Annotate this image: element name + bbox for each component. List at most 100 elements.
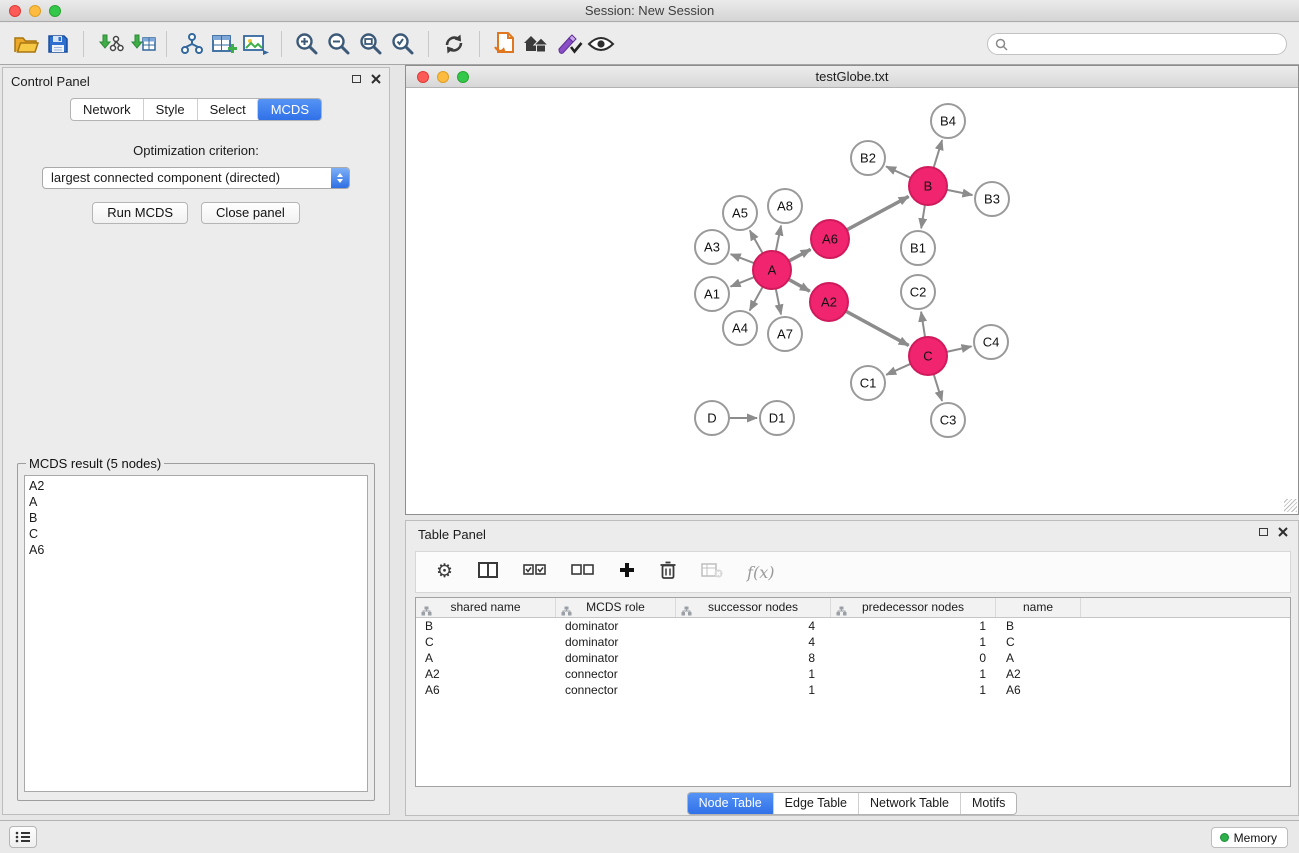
table-row[interactable]: A6connector11A6 [416,682,1290,698]
graph-node-C3[interactable]: C3 [931,403,965,437]
tab-edge-table[interactable]: Edge Table [773,793,858,814]
run-mcds-button[interactable]: Run MCDS [92,202,188,224]
graph-node-A8[interactable]: A8 [768,189,802,223]
graph-node-B3[interactable]: B3 [975,182,1009,216]
close-window-button[interactable] [9,5,21,17]
tab-network-table[interactable]: Network Table [858,793,960,814]
table-cell[interactable]: A2 [416,666,556,682]
home-view-button[interactable] [521,27,553,61]
mcds-result-item[interactable]: C [25,526,367,542]
network-close-button[interactable] [417,71,429,83]
graph-node-A4[interactable]: A4 [723,311,757,345]
close-panel-icon[interactable] [1278,527,1288,537]
add-column-button[interactable] [619,562,635,583]
function-builder-button[interactable]: f(x) [747,563,774,582]
delete-table-button[interactable] [701,562,723,583]
graph-edge[interactable] [921,312,925,337]
graph-edge[interactable] [846,311,909,345]
graphics-details-button[interactable] [585,27,617,61]
network-window-titlebar[interactable]: testGlobe.txt [406,66,1298,88]
close-panel-icon[interactable] [371,74,381,84]
table-cell[interactable]: 0 [831,650,996,666]
table-cell[interactable]: 4 [676,634,831,650]
table-settings-button[interactable]: ⚙ [436,562,453,582]
graph-node-C2[interactable]: C2 [901,275,935,309]
graph-edge[interactable] [847,196,909,229]
table-cell[interactable]: B [996,618,1081,634]
table-row[interactable]: A2connector11A2 [416,666,1290,682]
tab-style[interactable]: Style [143,99,197,120]
graph-edge[interactable] [776,289,781,315]
graph-node-D[interactable]: D [695,401,729,435]
graph-node-A2[interactable]: A2 [810,283,848,321]
refresh-layout-button[interactable] [438,27,470,61]
graph-node-C4[interactable]: C4 [974,325,1008,359]
zoom-fit-button[interactable] [355,27,387,61]
column-header-predecessor-nodes[interactable]: predecessor nodes [831,598,996,617]
window-resize-grip[interactable] [1284,499,1297,512]
document-export-button[interactable] [489,27,521,61]
graph-edge[interactable] [921,205,925,228]
select-all-button[interactable] [523,563,547,581]
network-graph[interactable]: B4B2BB3A5A8A6B1A3AC2A1A2A4A7C4CC1C3DD1 [406,88,1298,513]
search-input[interactable] [987,33,1287,55]
graph-node-C1[interactable]: C1 [851,366,885,400]
graph-edge[interactable] [776,226,781,252]
column-header-successor-nodes[interactable]: successor nodes [676,598,831,617]
open-session-button[interactable] [10,27,42,61]
table-cell[interactable]: 1 [676,682,831,698]
tab-node-table[interactable]: Node Table [687,792,774,815]
network-zoom-button[interactable] [457,71,469,83]
show-panels-button[interactable] [9,826,37,848]
column-header-mcds-role[interactable]: MCDS role [556,598,676,617]
table-cell[interactable]: connector [556,682,676,698]
graph-edge[interactable] [947,346,972,352]
graph-node-D1[interactable]: D1 [760,401,794,435]
minimize-window-button[interactable] [29,5,41,17]
column-visibility-button[interactable] [477,561,499,584]
graph-node-B4[interactable]: B4 [931,104,965,138]
table-cell[interactable]: 1 [831,682,996,698]
new-table-button[interactable] [208,27,240,61]
memory-button[interactable]: Memory [1211,827,1288,848]
graph-node-A7[interactable]: A7 [768,317,802,351]
graph-edge[interactable] [731,254,755,263]
table-row[interactable]: Cdominator41C [416,634,1290,650]
graph-node-A[interactable]: A [753,251,791,289]
table-cell[interactable]: 8 [676,650,831,666]
tab-select[interactable]: Select [197,99,258,120]
clone-network-button[interactable] [176,27,208,61]
table-cell[interactable]: A6 [996,682,1081,698]
graph-edge[interactable] [731,277,755,287]
save-session-button[interactable] [42,27,74,61]
mcds-result-item[interactable]: B [25,510,367,526]
table-cell[interactable]: 1 [676,666,831,682]
table-cell[interactable]: A [996,650,1081,666]
table-cell[interactable]: A [416,650,556,666]
graph-node-B[interactable]: B [909,167,947,205]
column-header-name[interactable]: name [996,598,1081,617]
table-cell[interactable]: 1 [831,666,996,682]
close-panel-button[interactable]: Close panel [201,202,300,224]
graph-node-B2[interactable]: B2 [851,141,885,175]
table-cell[interactable]: C [996,634,1081,650]
clear-selection-button[interactable] [571,563,595,581]
graph-node-B1[interactable]: B1 [901,231,935,265]
graph-edge[interactable] [789,279,810,291]
mcds-result-item[interactable]: A2 [25,478,367,494]
optimization-criterion-dropdown[interactable]: largest connected component (directed) [42,167,350,189]
table-cell[interactable]: connector [556,666,676,682]
mcds-result-item[interactable]: A [25,494,367,510]
network-minimize-button[interactable] [437,71,449,83]
graph-edge[interactable] [750,230,763,253]
graph-edge[interactable] [886,364,910,375]
network-canvas[interactable]: B4B2BB3A5A8A6B1A3AC2A1A2A4A7C4CC1C3DD1 [406,88,1298,513]
export-image-button[interactable] [240,27,272,61]
table-row[interactable]: Bdominator41B [416,618,1290,634]
graph-edge[interactable] [750,287,763,311]
zoom-selected-button[interactable] [387,27,419,61]
table-cell[interactable]: 1 [831,634,996,650]
table-cell[interactable]: 1 [831,618,996,634]
delete-column-button[interactable] [659,560,677,585]
graph-edge[interactable] [934,374,942,401]
